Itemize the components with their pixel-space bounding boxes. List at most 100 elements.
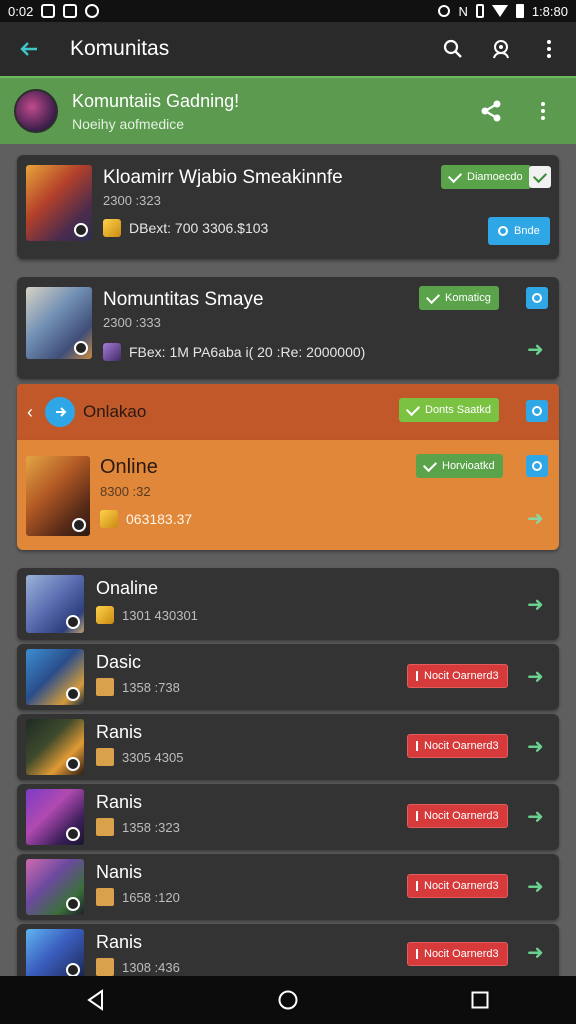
wifi-icon [491,5,508,17]
community-actions [478,98,562,124]
arrow-right-icon[interactable]: ➜ [527,874,544,899]
arrow-right-icon[interactable]: ➜ [527,940,544,965]
app-bar-actions [440,36,562,62]
notification-icon [41,4,56,18]
status-pill[interactable]: Komaticg [419,286,499,310]
community-text: Komuntaiis Gadning! Noeihy aofmedice [72,91,478,132]
list-meta-text: 1658 :120 [122,889,180,905]
check-icon [405,401,421,416]
list-meta-text: 1358 :323 [122,819,180,835]
warning-icon [416,881,418,891]
list-meta-text: 1358 :738 [122,679,180,695]
list-meta: 1658 :120 [96,888,180,906]
badge-icon [74,341,88,355]
warning-icon [416,741,418,751]
settings-icon[interactable] [526,287,548,309]
featured-card[interactable]: Nomuntitas Smaye 2300 :333 FBex: 1M PA6a… [17,277,559,379]
coin-icon [103,219,121,237]
list-item[interactable]: Nanis 1658 :120 Nocit Oarnerd3 ➜ [17,854,559,920]
list-item[interactable]: Onaline 1301 430301 ➜ [17,568,559,640]
verified-icon[interactable] [529,166,551,188]
online-banner[interactable]: ‹ Onlakao Donts Saatkd [17,384,559,440]
join-button[interactable]: Bnde [488,217,550,245]
arrow-right-icon[interactable]: ➜ [527,506,544,531]
status-pill[interactable]: Donts Saatkd [399,398,500,422]
check-icon [447,168,463,183]
community-avatar[interactable] [14,89,58,133]
status-right: N 1:8:80 [438,4,568,19]
card-subtitle: 2300 :323 [103,193,161,208]
nav-back-icon[interactable] [83,987,109,1013]
check-icon [532,168,548,183]
check-icon [422,457,438,472]
status-pill-label: Komaticg [445,292,491,304]
featured-card[interactable]: Kloamirr Wjabio Smeakinnfe 2300 :323 DBe… [17,155,559,259]
settings-icon[interactable] [526,400,548,422]
status-pill[interactable]: Nocit Oarnerd3 [407,874,508,898]
status-pill-label: Nocit Oarnerd3 [424,670,499,682]
list-meta: 1358 :323 [96,818,180,836]
status-pill[interactable]: Nocit Oarnerd3 [407,804,508,828]
list-title: Nanis [96,862,143,882]
card-title: Kloamirr Wjabio Smeakinnfe [103,167,343,188]
search-icon[interactable] [440,36,466,62]
list-item[interactable]: Dasic 1358 :738 Nocit Oarnerd3 ➜ [17,644,559,710]
arrow-right-icon[interactable]: ➜ [527,337,544,362]
status-pill[interactable]: Nocit Oarnerd3 [407,942,508,966]
folder-icon [96,888,114,906]
folder-icon [96,678,114,696]
warning-icon [416,671,418,681]
card-subtitle: 2300 :333 [103,315,161,330]
status-pill-label: Nocit Oarnerd3 [424,948,499,960]
community-title: Komuntaiis Gadning! [72,90,240,111]
list-title: Dasic [96,652,142,672]
card-thumbnail [26,165,92,241]
join-button-label: Bnde [514,225,540,237]
card-meta: FBex: 1M PA6aba i( 20 :Re: 2000000) [103,343,365,361]
list-meta: 1301 430301 [96,606,198,624]
badge-icon [66,897,80,911]
arrow-right-icon[interactable]: ➜ [527,592,544,617]
community-header[interactable]: Komuntaiis Gadning! Noeihy aofmedice [0,76,576,144]
card-thumbnail [26,719,84,775]
check-icon [425,289,441,304]
badge-icon [66,757,80,771]
badge-icon [66,615,80,629]
system-nav-bar [0,976,576,1024]
list-meta-text: 1308 :436 [122,959,180,975]
arrow-left-icon[interactable] [14,34,44,64]
status-pill-label: Horvioatkd [442,460,495,472]
status-pill[interactable]: Nocit Oarnerd3 [407,664,508,688]
status-pill[interactable]: Nocit Oarnerd3 [407,734,508,758]
nav-home-icon[interactable] [275,987,301,1013]
list-meta: 1308 :436 [96,958,180,976]
app-notification-icon [63,4,78,18]
arrow-right-icon[interactable]: ➜ [527,664,544,689]
arrow-right-icon[interactable]: ➜ [527,734,544,759]
list-item[interactable]: Ranis 1308 :436 Nocit Oarnerd3 ➜ [17,924,559,984]
online-card[interactable]: Online 8300 :32 063183.37 Horvioatkd ➜ [17,440,559,550]
list-meta-text: 3305 4305 [122,749,184,765]
nfc-icon: N [458,3,468,19]
status-bar: 0:02 N 1:8:80 [0,0,576,22]
gear-shape [532,293,542,303]
card-subtitle: 8300 :32 [100,484,151,499]
card-thumbnail [26,789,84,845]
card-thumbnail [26,287,92,359]
more-vert-icon[interactable] [536,36,562,62]
chevron-left-icon[interactable]: ‹ [27,402,33,423]
badge-icon [66,687,80,701]
arrow-right-icon[interactable]: ➜ [527,804,544,829]
list-item[interactable]: Ranis 3305 4305 Nocit Oarnerd3 ➜ [17,714,559,780]
card-meta-text: 063183.37 [126,511,193,527]
group-icon[interactable] [488,36,514,62]
settings-icon[interactable] [526,455,548,477]
coin-icon [100,510,118,528]
status-pill[interactable]: Diamoecdo [441,165,531,189]
more-vert-icon[interactable] [530,98,556,124]
badge-icon [66,827,80,841]
nav-recents-icon[interactable] [467,987,493,1013]
status-pill[interactable]: Horvioatkd [416,454,503,478]
list-item[interactable]: Ranis 1358 :323 Nocit Oarnerd3 ➜ [17,784,559,850]
share-icon[interactable] [478,98,504,124]
